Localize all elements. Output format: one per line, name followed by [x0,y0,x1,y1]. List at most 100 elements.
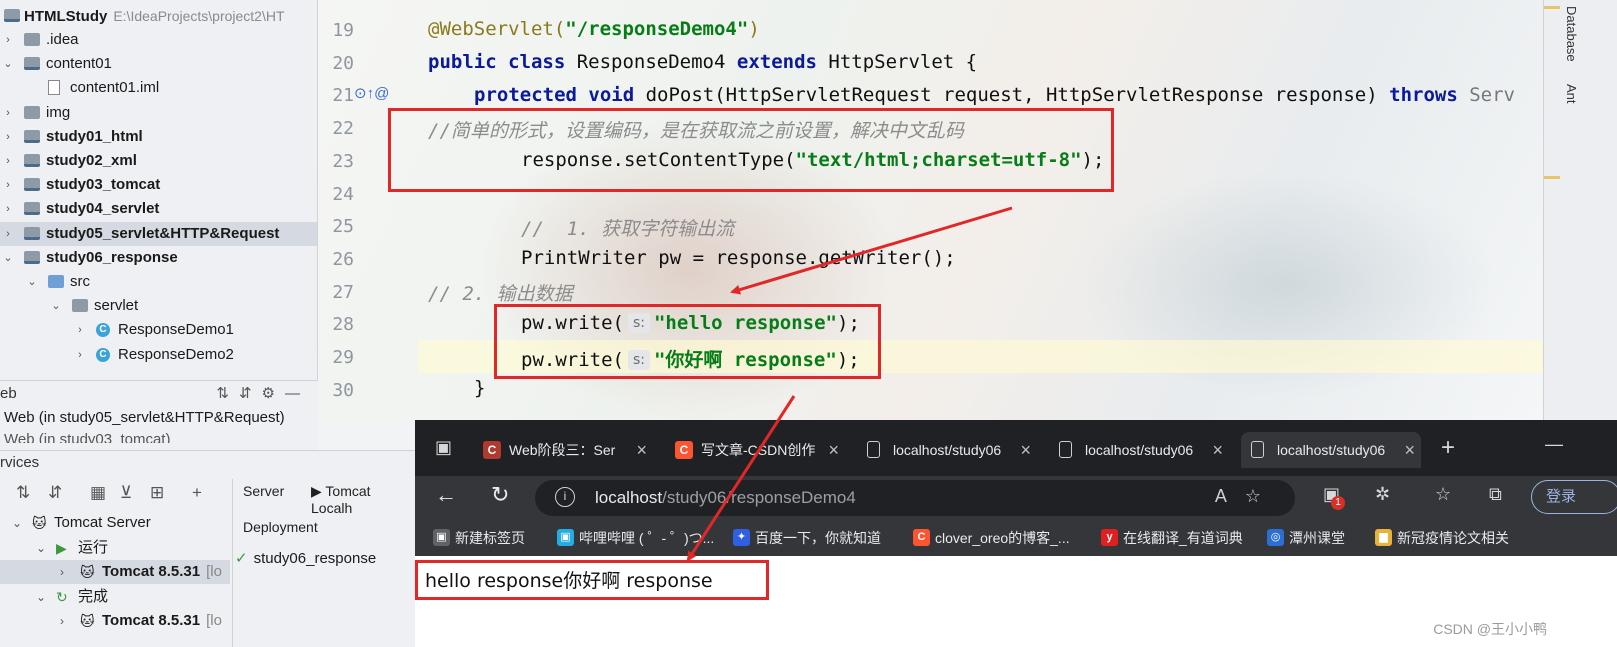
tree-item[interactable]: › study05_servlet&HTTP&Request [0,221,317,246]
chevron-right-icon[interactable]: › [2,197,14,221]
tab-actions-icon[interactable]: ▣ [435,437,452,458]
chevron-right-icon[interactable]: › [2,222,14,246]
chevron-down-icon[interactable]: ⌄ [36,585,46,609]
browser-tab[interactable]: C 写文章-CSDN创作 × [665,432,845,468]
puzzle-icon[interactable]: ✲ [1375,484,1390,505]
code-line-19[interactable]: @WebServlet("/responseDemo4") [428,18,760,40]
tree-item-label: content01 [46,55,112,73]
new-window-icon[interactable]: ⊞ [150,483,164,503]
tree-item[interactable]: content01.iml [0,76,317,100]
address-bar[interactable]: i localhost/study06/responseDemo4 A☆ [535,480,1295,516]
browser-tab[interactable]: localhost/study06 × [1241,432,1421,468]
code-line-21[interactable]: protected void doPost(HttpServletRequest… [474,84,1515,106]
bookmark-item[interactable]: ◎ 潭州课堂 [1267,528,1345,548]
web-facet-item[interactable]: Web (in study03_tomcat) [0,429,318,443]
reload-button[interactable]: ↻ [491,482,509,508]
code-editor[interactable]: 19 20 21 22 23 24 25 26 27 28 29 30 ⊙↑@ @WebServlet… [318,0,1543,420]
line-number: 24 [332,183,354,205]
site-info-icon[interactable]: i [555,487,575,507]
tab-tomcat-log[interactable]: ▶ Tomcat Localh [311,483,415,516]
chevron-right-icon[interactable]: › [2,28,14,52]
back-button[interactable]: ← [435,482,457,508]
tree-item[interactable]: › C ResponseDemo1 [0,318,317,342]
tree-item[interactable]: › study02_xml [0,149,317,173]
code-line-20[interactable]: public class ResponseDemo4 extends HttpS… [428,51,977,73]
new-tab-button[interactable]: + [1441,434,1455,462]
group-icon[interactable]: ▦ [90,483,106,503]
collections-icon[interactable]: ⧉ [1489,484,1502,505]
minimize-icon[interactable]: — [1545,434,1563,455]
address-bar-icons[interactable]: A☆ [1215,486,1279,507]
tree-item[interactable]: › study01_html [0,125,317,149]
add-icon[interactable]: + [192,483,202,503]
override-gutter-icon[interactable]: ⊙↑@ [354,84,389,102]
browser-tab[interactable]: localhost/study06 × [1049,432,1229,468]
browser-tab[interactable]: localhost/study06 × [857,432,1037,468]
chevron-right-icon[interactable]: › [2,173,14,197]
close-tab-icon[interactable]: × [828,432,839,468]
line-number: 27 [332,281,354,303]
tree-item[interactable]: › .idea [0,28,317,52]
tree-item[interactable]: ⌄ servlet [0,294,317,318]
bookmark-item[interactable]: y 在线翻译_有道词典 [1101,528,1243,548]
web-facet-item[interactable]: Web (in study05_servlet&HTTP&Request) [0,407,318,429]
browser-tab[interactable]: C Web阶段三：Ser × [473,432,653,468]
tomcat-icon: 🐱 [80,564,95,580]
chevron-right-icon[interactable]: › [74,318,86,342]
tree-item[interactable]: › C ResponseDemo2 [0,343,317,367]
tree-item[interactable]: › study04_servlet [0,197,317,221]
tree-item[interactable]: ⌄ content01 [0,52,317,76]
chevron-right-icon[interactable]: › [2,125,14,149]
chevron-down-icon[interactable]: ⌄ [26,270,38,294]
chevron-right-icon[interactable]: › [2,149,14,173]
services-tree-item[interactable]: › 🐱 Tomcat 8.5.31 [lo [0,560,230,584]
favorites-icon[interactable]: ☆ [1435,484,1451,505]
services-tree: ⌄ 🐱 Tomcat Server ⌄ ▶ 运行 › 🐱 Tomcat 8.5.31 [lo ⌄ ↻ 完… [0,511,230,647]
tree-item[interactable]: › study03_tomcat [0,173,317,197]
tab-server[interactable]: Server [243,483,284,499]
line-number: 21 [332,85,354,107]
tree-item[interactable]: › img [0,101,317,125]
tree-root[interactable]: HTMLStudy E:\IdeaProjects\project2\HT [0,4,317,28]
web-panel-tools[interactable]: ⇅⇵⚙— [216,381,310,407]
bookmark-item[interactable]: Cclover_oreo的博客_... [913,528,1070,548]
close-tab-icon[interactable]: × [636,432,647,468]
ant-tab[interactable]: Ant [1564,84,1579,104]
chevron-right-icon[interactable]: › [60,609,64,633]
bookmark-label: clover_oreo的博客_... [935,530,1070,546]
code-line-30[interactable]: } [474,377,485,399]
bookmark-item[interactable]: ▣ 新建标签页 [433,528,525,548]
code-line-26[interactable]: PrintWriter pw = response.getWriter(); [521,247,956,269]
tree-item-label: servlet [94,297,139,315]
chevron-down-icon[interactable]: ⌄ [2,52,14,76]
close-tab-icon[interactable]: × [1020,432,1031,468]
bookmark-item[interactable]: ▆ 新冠疫情论文相关 [1375,528,1509,548]
services-item-label: 运行 [78,538,109,556]
filter-icon[interactable]: ⊻ [120,483,132,503]
chevron-right-icon[interactable]: › [2,101,14,125]
expand-all-icon[interactable]: ⇅ [16,483,30,503]
chevron-right-icon[interactable]: › [60,560,64,584]
collapse-all-icon[interactable]: ⇵ [48,483,62,503]
tree-item[interactable]: ⌄ study06_response [0,246,317,270]
tab-strip: ▣ C Web阶段三：Ser × C 写文章-CSDN创作 × localhost/stud… [415,420,1617,476]
bookmark-item[interactable]: ▣ 哔哩哔哩 ( ゜- ゜)つ... [557,528,714,548]
finished-icon: ↻ [56,588,68,605]
browser-toolbar: ← ↻ i localhost/study06/responseDemo4 A☆… [415,476,1617,520]
bookmark-item[interactable]: ✦ 百度一下，你就知道 [733,528,881,548]
deployment-item[interactable]: ✓ study06_response [233,547,415,571]
database-tab[interactable]: Database [1564,6,1579,62]
chevron-down-icon[interactable]: ⌄ [36,536,46,560]
chevron-down-icon[interactable]: ⌄ [50,294,62,318]
code-line-25[interactable]: // 1. 获取字符输出流 [521,214,734,241]
chevron-down-icon[interactable]: ⌄ [12,511,22,535]
bookmark-favicon-icon: ✦ [733,529,750,546]
tree-item[interactable]: ⌄ src [0,270,317,294]
close-tab-icon[interactable]: × [1212,432,1223,468]
chevron-down-icon[interactable]: ⌄ [2,246,14,270]
code-line-27[interactable]: // 2. 输出数据 [428,279,573,306]
login-button[interactable]: 登录 [1531,480,1617,514]
close-tab-icon[interactable]: × [1404,432,1415,468]
bookmark-favicon-icon: ◎ [1267,529,1284,546]
chevron-right-icon[interactable]: › [74,343,86,367]
